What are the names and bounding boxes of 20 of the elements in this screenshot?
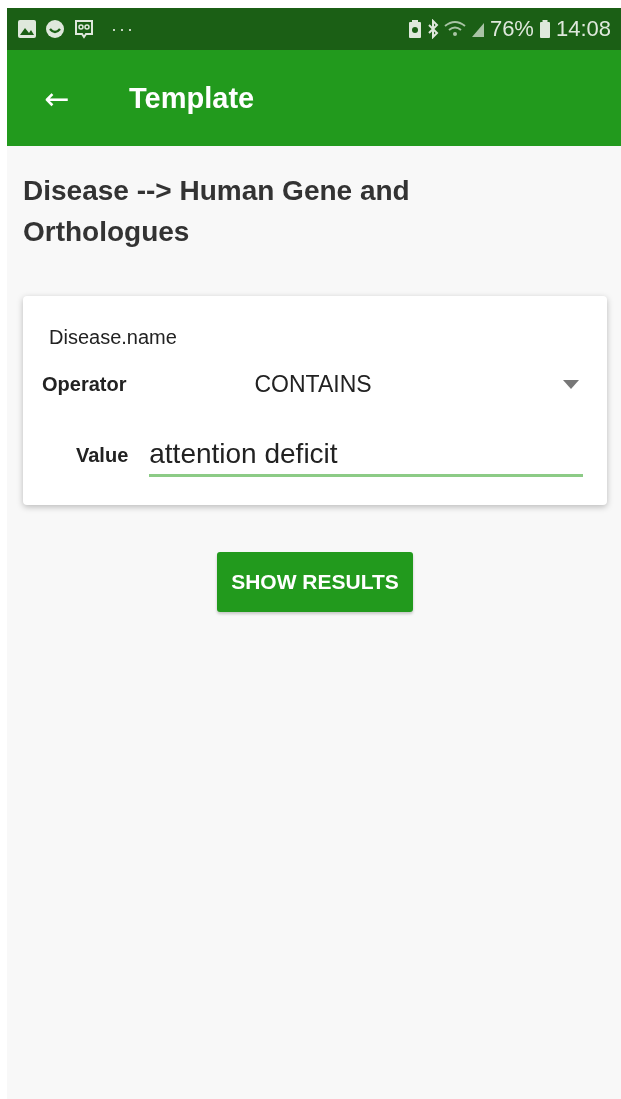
clock: 14:08: [555, 16, 611, 42]
battery-icon: [538, 19, 551, 39]
back-button[interactable]: ←: [39, 80, 75, 116]
operator-label: Operator: [42, 373, 127, 396]
chat-face-icon: [73, 18, 95, 40]
value-label: Value: [76, 444, 129, 467]
dropdown-caret-icon: [563, 380, 579, 389]
more-notifications: ···: [111, 18, 135, 40]
show-results-button[interactable]: SHOW RESULTS: [217, 552, 413, 612]
battery-percent: 76%: [489, 16, 534, 42]
bluetooth-icon: [426, 19, 439, 39]
screen-title: Template: [129, 81, 255, 115]
battery-saver-icon: [407, 19, 422, 39]
image-icon: [17, 19, 37, 39]
field-name: Disease.name: [49, 326, 178, 349]
smiley-icon: [45, 19, 65, 39]
operator-dropdown[interactable]: CONTAINS: [126, 371, 583, 398]
template-heading: Disease --> Human Gene and Orthologues: [23, 174, 411, 249]
wifi-icon: [443, 20, 466, 38]
value-input-field[interactable]: attention deficit: [149, 438, 583, 477]
